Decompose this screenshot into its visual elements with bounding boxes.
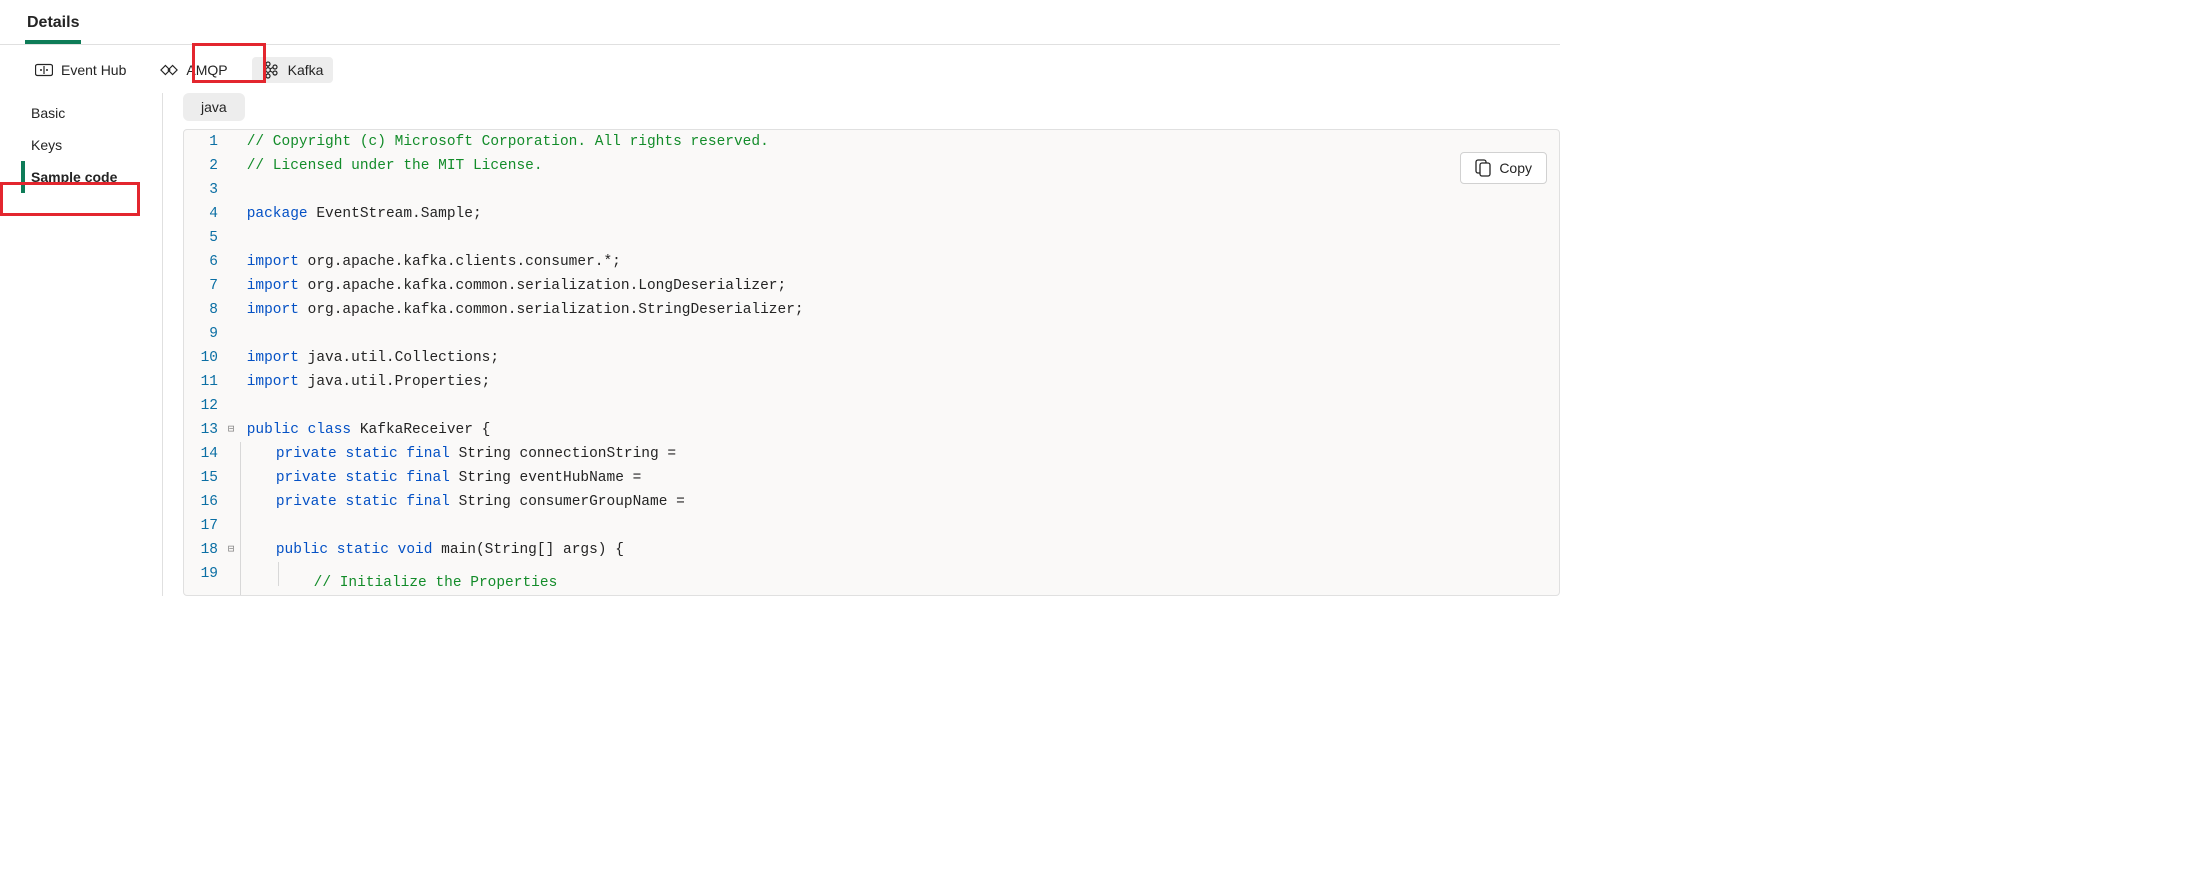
protocol-amqp-label: AMQP: [186, 62, 227, 78]
copy-icon: [1475, 159, 1491, 177]
protocol-eventhub[interactable]: Event Hub: [25, 57, 136, 83]
code-area[interactable]: 1 // Copyright (c) Microsoft Corporation…: [184, 130, 1559, 595]
sidebar-item-sample-code[interactable]: Sample code: [21, 161, 160, 193]
sidebar-item-keys[interactable]: Keys: [21, 129, 160, 161]
code-panel: Copy 1 // Copyright (c) Microsoft Corpor…: [183, 129, 1560, 596]
protocol-eventhub-label: Event Hub: [61, 62, 126, 78]
sidebar: Basic Keys Sample code: [25, 93, 160, 596]
protocol-row: Event Hub AMQP: [25, 57, 1560, 83]
copy-button-label: Copy: [1499, 160, 1532, 176]
tab-details[interactable]: Details: [25, 10, 81, 44]
language-pill-java[interactable]: java: [183, 93, 245, 121]
protocol-kafka[interactable]: Kafka: [252, 57, 334, 83]
sidebar-item-basic[interactable]: Basic: [21, 97, 160, 129]
protocol-kafka-label: Kafka: [288, 62, 324, 78]
copy-button[interactable]: Copy: [1460, 152, 1547, 184]
amqp-icon: [160, 61, 178, 79]
divider: [0, 44, 1560, 45]
protocol-amqp[interactable]: AMQP: [150, 57, 237, 83]
eventhub-icon: [35, 61, 53, 79]
kafka-icon: [262, 61, 280, 79]
